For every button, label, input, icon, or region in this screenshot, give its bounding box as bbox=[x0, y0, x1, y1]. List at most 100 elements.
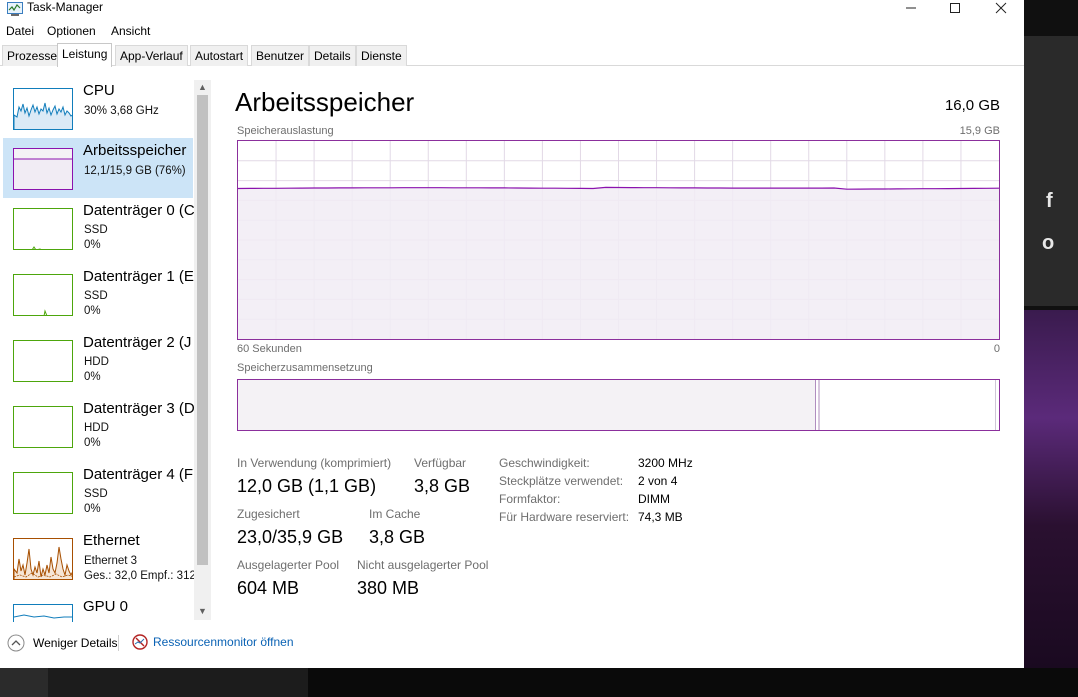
graph-label: Speicherauslastung bbox=[237, 125, 334, 137]
maximize-icon[interactable] bbox=[932, 0, 978, 16]
cpu-thumbnail-graph bbox=[13, 88, 73, 130]
scrollbar-thumb[interactable] bbox=[197, 95, 208, 565]
tab-autostart[interactable]: Autostart bbox=[190, 45, 249, 66]
tab-dienste[interactable]: Dienste bbox=[356, 45, 407, 66]
sidebar-item-type: SSD bbox=[84, 224, 108, 236]
chevron-up-circle-icon bbox=[7, 634, 25, 652]
menu-datei[interactable]: Datei bbox=[6, 24, 34, 38]
total-memory: 16,0 GB bbox=[944, 97, 1000, 114]
task-manager-icon bbox=[7, 2, 23, 16]
sidebar-item-title: Datenträger 2 (J bbox=[83, 334, 192, 351]
sidebar-item-title: Ethernet bbox=[83, 532, 140, 549]
tab-prozesse[interactable]: Prozesse bbox=[2, 45, 63, 66]
sidebar-item-type: HDD bbox=[84, 422, 109, 434]
graph-max-label: 15,9 GB bbox=[959, 125, 1000, 137]
sidebar-item-ethernet[interactable]: Ethernet Ethernet 3 Ges.: 32,0 Empf.: 31… bbox=[3, 528, 196, 588]
disk-thumbnail-graph bbox=[13, 208, 73, 250]
sidebar-item-disk-0[interactable]: Datenträger 0 (C SSD 0% bbox=[3, 198, 195, 258]
footer: Weniger Details Ressourcenmonitor öffnen bbox=[0, 630, 1024, 660]
sidebar-item-title: Datenträger 0 (C bbox=[83, 202, 195, 219]
gpu-thumbnail-graph bbox=[13, 604, 73, 622]
sidebar-item-title: Datenträger 4 (F bbox=[83, 466, 194, 483]
ethernet-thumbnail-graph bbox=[13, 538, 73, 580]
sidebar-item-type: SSD bbox=[84, 290, 108, 302]
menu-optionen[interactable]: Optionen bbox=[47, 24, 96, 38]
sidebar-item-disk-4[interactable]: Datenträger 4 (F SSD 0% bbox=[3, 462, 193, 522]
sidebar-item-type: HDD bbox=[84, 356, 109, 368]
task-manager-window: Task-Manager Datei Optionen Ansicht Proz… bbox=[0, 0, 1024, 668]
footer-divider bbox=[118, 635, 119, 651]
in-use-label: In Verwendung (komprimiert) bbox=[237, 456, 392, 470]
sidebar-item-title: Datenträger 3 (D bbox=[83, 400, 195, 417]
menu-ansicht[interactable]: Ansicht bbox=[111, 24, 150, 38]
tab-benutzer[interactable]: Benutzer bbox=[251, 45, 310, 66]
speed-label: Geschwindigkeit: bbox=[499, 456, 590, 470]
committed-label: Zugesichert bbox=[237, 507, 300, 521]
resource-monitor-link[interactable]: Ressourcenmonitor öffnen bbox=[132, 634, 294, 650]
memory-usage-graph bbox=[237, 140, 1000, 340]
sidebar-item-title: GPU 0 bbox=[83, 598, 129, 615]
tab-app-verlauf[interactable]: App-Verlauf bbox=[115, 45, 188, 66]
sidebar-item-title: Datenträger 1 (E bbox=[83, 268, 194, 285]
composition-modified bbox=[818, 380, 820, 430]
sidebar-item-usage: 0% bbox=[84, 239, 101, 251]
tab-details[interactable]: Details bbox=[309, 45, 356, 66]
sidebar-item-usage: 0% bbox=[84, 305, 101, 317]
resource-monitor-label: Ressourcenmonitor öffnen bbox=[153, 635, 294, 649]
sidebar-item-adapter: Ethernet 3 bbox=[84, 555, 138, 567]
sidebar-item-title: CPU bbox=[83, 82, 115, 99]
scroll-up-icon[interactable]: ▲ bbox=[194, 80, 211, 94]
sidebar-scrollbar[interactable]: ▲ ▼ bbox=[194, 80, 211, 620]
time-axis-end: 0 bbox=[993, 343, 1000, 355]
taskbar-app-button[interactable] bbox=[0, 668, 48, 697]
available-value: 3,8 GB bbox=[414, 476, 471, 496]
disk-thumbnail-graph bbox=[13, 406, 73, 448]
sidebar-item-detail: 12,1/15,9 GB (76%) bbox=[84, 165, 186, 177]
disk-thumbnail-graph bbox=[13, 274, 73, 316]
taskbar bbox=[0, 668, 1078, 697]
paged-pool-value: 604 MB bbox=[237, 578, 300, 598]
composition-label: Speicherzusammensetzung bbox=[237, 362, 373, 374]
sidebar-item-usage: 0% bbox=[84, 503, 101, 515]
desktop-background: f o bbox=[1024, 0, 1078, 697]
page-title: Arbeitsspeicher bbox=[235, 87, 415, 117]
memory-composition-bar bbox=[237, 379, 1000, 431]
time-axis-label: 60 Sekunden bbox=[237, 343, 302, 355]
in-use-value: 12,0 GB (1,1 GB) bbox=[237, 476, 377, 496]
tab-bar: Prozesse Leistung App-Verlauf Autostart … bbox=[0, 43, 1024, 67]
slots-label: Steckplätze verwendet: bbox=[499, 474, 624, 488]
form-factor-label: Formfaktor: bbox=[499, 492, 561, 506]
sidebar-item-disk-3[interactable]: Datenträger 3 (D HDD 0% bbox=[3, 396, 195, 456]
window-title: Task-Manager bbox=[27, 0, 104, 14]
hardware-reserved-label: Für Hardware reserviert: bbox=[499, 510, 630, 524]
taskbar-app-button[interactable] bbox=[48, 668, 308, 697]
tab-leistung[interactable]: Leistung bbox=[57, 43, 113, 67]
nonpaged-pool-label: Nicht ausgelagerter Pool bbox=[357, 558, 489, 572]
sidebar-item-gpu-0[interactable]: GPU 0 bbox=[3, 594, 193, 622]
cached-label: Im Cache bbox=[369, 507, 421, 521]
committed-value: 23,0/35,9 GB bbox=[237, 527, 344, 547]
fewer-details-button[interactable]: Weniger Details bbox=[7, 634, 117, 652]
disk-thumbnail-graph bbox=[13, 340, 73, 382]
composition-standby bbox=[995, 380, 996, 430]
close-icon[interactable] bbox=[978, 0, 1024, 16]
sidebar-item-detail: 30% 3,68 GHz bbox=[84, 105, 159, 117]
sidebar-item-memory[interactable]: Arbeitsspeicher 12,1/15,9 GB (76%) bbox=[3, 138, 193, 198]
sidebar-item-throughput: Ges.: 32,0 Empf.: 312 bbox=[84, 570, 196, 582]
scroll-down-icon[interactable]: ▼ bbox=[194, 604, 211, 618]
sidebar-item-usage: 0% bbox=[84, 371, 101, 383]
sidebar-item-disk-2[interactable]: Datenträger 2 (J HDD 0% bbox=[3, 330, 193, 390]
disk-thumbnail-graph bbox=[13, 472, 73, 514]
sidebar-item-disk-1[interactable]: Datenträger 1 (E SSD 0% bbox=[3, 264, 194, 324]
speed-value: 3200 MHz bbox=[638, 456, 693, 470]
memory-thumbnail-graph bbox=[13, 148, 73, 190]
sidebar-item-type: SSD bbox=[84, 488, 108, 500]
resource-monitor-icon bbox=[132, 634, 148, 650]
hardware-reserved-value: 74,3 MB bbox=[638, 510, 683, 524]
resource-sidebar: CPU 30% 3,68 GHz Arbeitsspeicher 12,1/15… bbox=[0, 70, 211, 622]
minimize-icon[interactable] bbox=[888, 0, 934, 16]
sidebar-item-usage: 0% bbox=[84, 437, 101, 449]
sidebar-item-cpu[interactable]: CPU 30% 3,68 GHz bbox=[3, 78, 193, 138]
paged-pool-label: Ausgelagerter Pool bbox=[237, 558, 340, 572]
sidebar-item-title: Arbeitsspeicher bbox=[83, 142, 187, 159]
